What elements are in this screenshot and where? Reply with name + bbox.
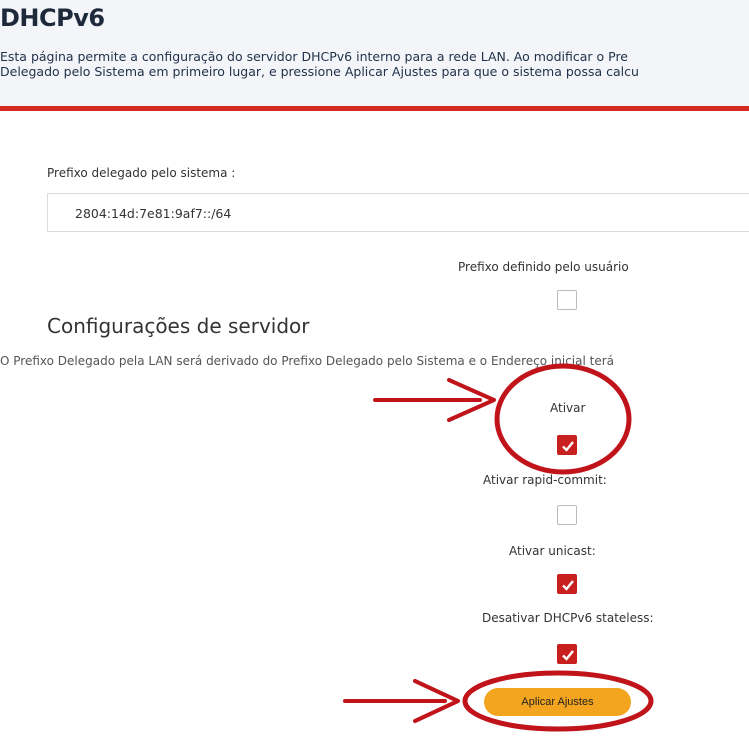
annotation-ellipse [462, 670, 654, 732]
arrow-icon [373, 378, 496, 422]
annotation-circle [494, 363, 632, 475]
arrow-icon [343, 679, 460, 723]
annotation-overlay [343, 363, 654, 732]
